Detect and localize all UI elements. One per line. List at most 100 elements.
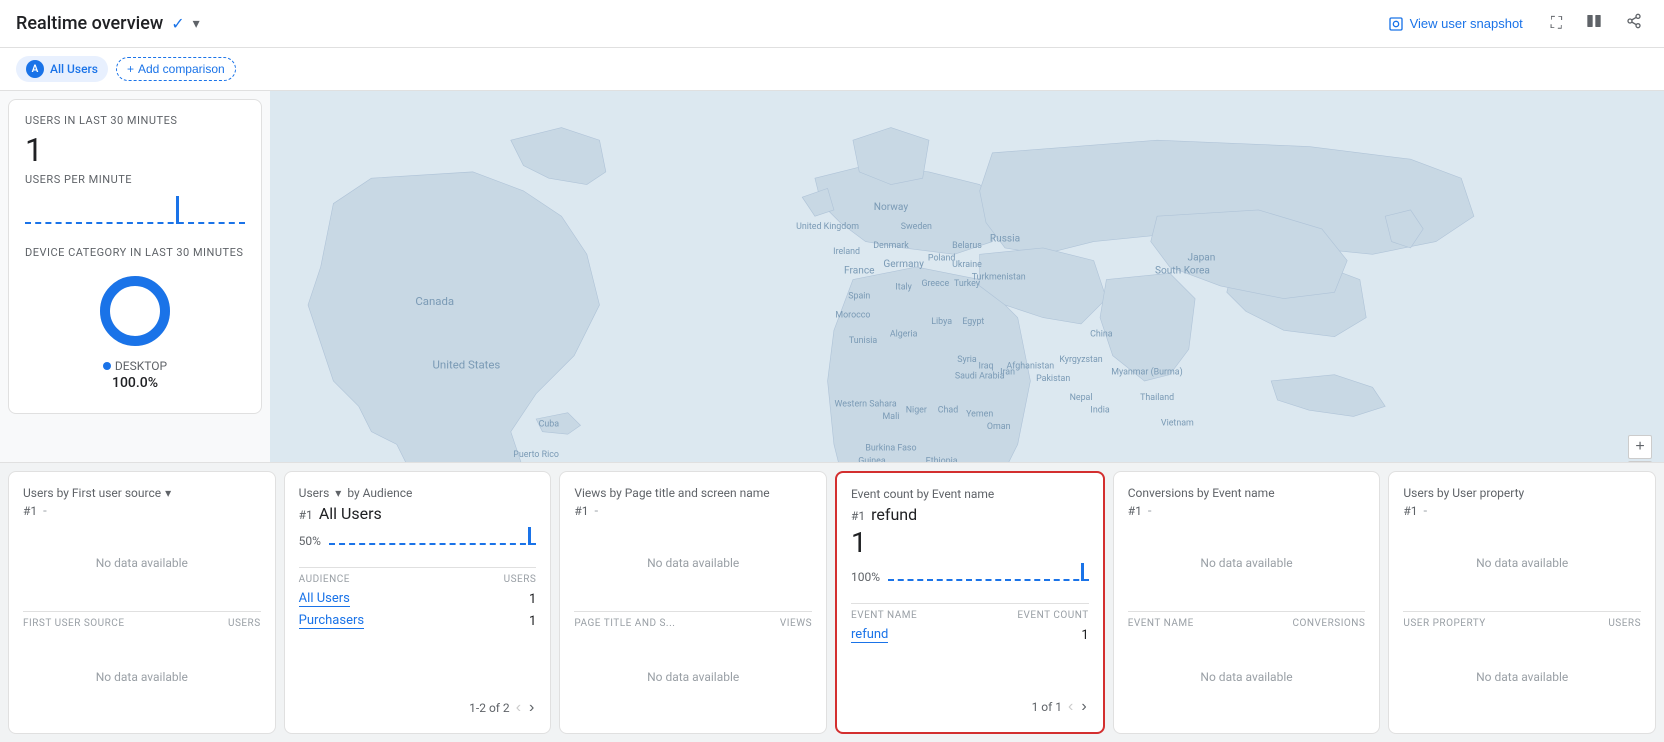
svg-text:Ireland: Ireland: [833, 247, 860, 257]
compare-icon[interactable]: [1580, 7, 1608, 40]
donut-chart: [95, 271, 175, 351]
svg-text:Algeria: Algeria: [890, 330, 918, 340]
card-4-main-value: 1: [851, 526, 1089, 559]
card-2-prev-button[interactable]: ‹: [514, 697, 523, 719]
card-5-col-headers: EVENT NAME CONVERSIONS: [1128, 618, 1366, 629]
card-3-rank-label: #1: [574, 504, 588, 518]
svg-text:Niger: Niger: [906, 406, 927, 416]
svg-text:Japan: Japan: [1188, 253, 1216, 264]
svg-text:Russia: Russia: [990, 234, 1020, 245]
card-1-no-data-rows: No data available: [23, 635, 261, 719]
card-2-col-headers: AUDIENCE USERS: [299, 574, 537, 585]
card-2-dashed-line: [329, 543, 536, 545]
svg-text:Norway: Norway: [874, 202, 909, 213]
add-comparison-button[interactable]: + Add comparison: [116, 57, 236, 81]
card-6-title: Users by User property: [1403, 486, 1641, 500]
donut-svg: [95, 271, 175, 351]
card-2-footer: 1-2 of 2 ‹ ›: [299, 697, 537, 719]
card-event-count: Event count by Event name #1 refund 1 10…: [835, 471, 1105, 734]
status-check-icon: ✓: [171, 14, 184, 33]
header-dropdown-icon[interactable]: ▾: [193, 16, 200, 32]
svg-text:Thailand: Thailand: [1140, 393, 1174, 403]
card-4-percent: 100%: [851, 570, 880, 584]
users-per-minute-label: USERS PER MINUTE: [25, 173, 245, 186]
compare-svg: [1586, 13, 1602, 29]
card-2-title: Users ▾ by Audience: [299, 486, 537, 500]
filters-bar: A All Users + Add comparison: [0, 48, 1664, 91]
expand-icon[interactable]: ⛶: [1545, 9, 1568, 39]
view-snapshot-button[interactable]: View user snapshot: [1378, 10, 1533, 38]
svg-text:France: France: [844, 265, 874, 276]
share-icon[interactable]: [1620, 7, 1648, 40]
svg-text:Sweden: Sweden: [901, 222, 932, 232]
donut-dot-desktop: [103, 362, 111, 370]
card-5-no-data-top: No data available: [1128, 521, 1366, 605]
card-5-rank-label: #1: [1128, 504, 1142, 518]
device-category-label: DEVICE CATEGORY IN LAST 30 MINUTES: [25, 246, 245, 259]
card-2-row-1: Purchasers 1: [299, 613, 537, 629]
map-zoom-in-button[interactable]: +: [1628, 435, 1652, 459]
svg-text:Italy: Italy: [895, 283, 912, 293]
share-svg: [1626, 13, 1642, 29]
card-6-rank-value: -: [1424, 504, 1428, 519]
card-5-rank-value: -: [1148, 504, 1152, 519]
card-3-no-data-rows: No data available: [574, 635, 812, 719]
card-4-divider: [851, 603, 1089, 604]
card-4-dashed-line: [888, 579, 1089, 581]
dropdown-arrow-icon[interactable]: ▾: [165, 486, 171, 500]
card-page-title: Views by Page title and screen name #1 -…: [559, 471, 827, 734]
dropdown-arrow-2-icon[interactable]: ▾: [335, 486, 341, 500]
card-3-no-data-top: No data available: [574, 521, 812, 605]
card-2-row-0-value: 1: [529, 592, 536, 607]
card-4-row-0-label[interactable]: refund: [851, 627, 888, 643]
svg-text:Saudi Arabia: Saudi Arabia: [955, 371, 1005, 381]
card-4-prev-button[interactable]: ‹: [1066, 696, 1075, 718]
svg-text:Vietnam: Vietnam: [1161, 418, 1194, 428]
card-4-footer: 1 of 1 ‹ ›: [851, 696, 1089, 718]
card-4-title: Event count by Event name: [851, 487, 1089, 501]
page-wrapper: Realtime overview ✓ ▾ View user snapshot…: [0, 0, 1664, 742]
svg-text:Cuba: Cuba: [539, 420, 560, 430]
users-30min-label: USERS IN LAST 30 MINUTES: [25, 114, 245, 127]
card-user-property: Users by User property #1 - No data avai…: [1388, 471, 1656, 734]
user-avatar: A: [26, 60, 44, 78]
card-1-rank-label: #1: [23, 504, 37, 518]
card-1-divider: [23, 611, 261, 612]
card-3-title: Views by Page title and screen name: [574, 486, 812, 500]
svg-text:United States: United States: [433, 357, 501, 371]
svg-text:Oman: Oman: [987, 422, 1011, 432]
card-4-row-0: refund 1: [851, 627, 1089, 643]
header-title: Realtime overview: [16, 13, 163, 34]
card-4-sparkline: [888, 561, 1089, 585]
card-4-rank-value: refund: [871, 505, 917, 524]
card-2-sparkline: [329, 525, 536, 549]
svg-text:Egypt: Egypt: [962, 317, 984, 327]
svg-text:Yemen: Yemen: [966, 409, 993, 419]
sparkline-dashed-line: [25, 222, 245, 224]
users-30min-card: USERS IN LAST 30 MINUTES 1 USERS PER MIN…: [8, 99, 262, 414]
svg-text:Iraq: Iraq: [978, 361, 993, 371]
svg-text:Belarus: Belarus: [952, 241, 982, 251]
svg-text:Turkmenistan: Turkmenistan: [972, 273, 1026, 283]
card-2-next-button[interactable]: ›: [527, 697, 536, 719]
svg-text:Pakistan: Pakistan: [1036, 374, 1070, 384]
svg-text:Morocco: Morocco: [835, 311, 870, 321]
card-2-rank-value: All Users: [319, 504, 382, 523]
svg-text:China: China: [1090, 330, 1113, 340]
svg-text:Myanmar (Burma): Myanmar (Burma): [1111, 367, 1182, 378]
header-right: View user snapshot ⛶: [1378, 7, 1648, 40]
card-3-col-headers: PAGE TITLE AND S... VIEWS: [574, 618, 812, 629]
svg-text:Mali: Mali: [883, 412, 900, 422]
card-conversions: Conversions by Event name #1 - No data a…: [1113, 471, 1381, 734]
svg-text:Syria: Syria: [957, 355, 977, 365]
card-2-row-1-label[interactable]: Purchasers: [299, 613, 364, 629]
svg-text:Denmark: Denmark: [873, 241, 909, 251]
all-users-filter[interactable]: A All Users: [16, 56, 108, 82]
add-comparison-label: Add comparison: [138, 62, 225, 76]
card-1-col-headers: FIRST USER SOURCE USERS: [23, 618, 261, 629]
card-2-pagination: 1-2 of 2: [469, 701, 510, 715]
card-2-bar: [528, 527, 531, 545]
card-2-row-0-label[interactable]: All Users: [299, 591, 350, 607]
card-4-next-button[interactable]: ›: [1079, 696, 1088, 718]
donut-legend: DESKTOP: [103, 359, 167, 373]
